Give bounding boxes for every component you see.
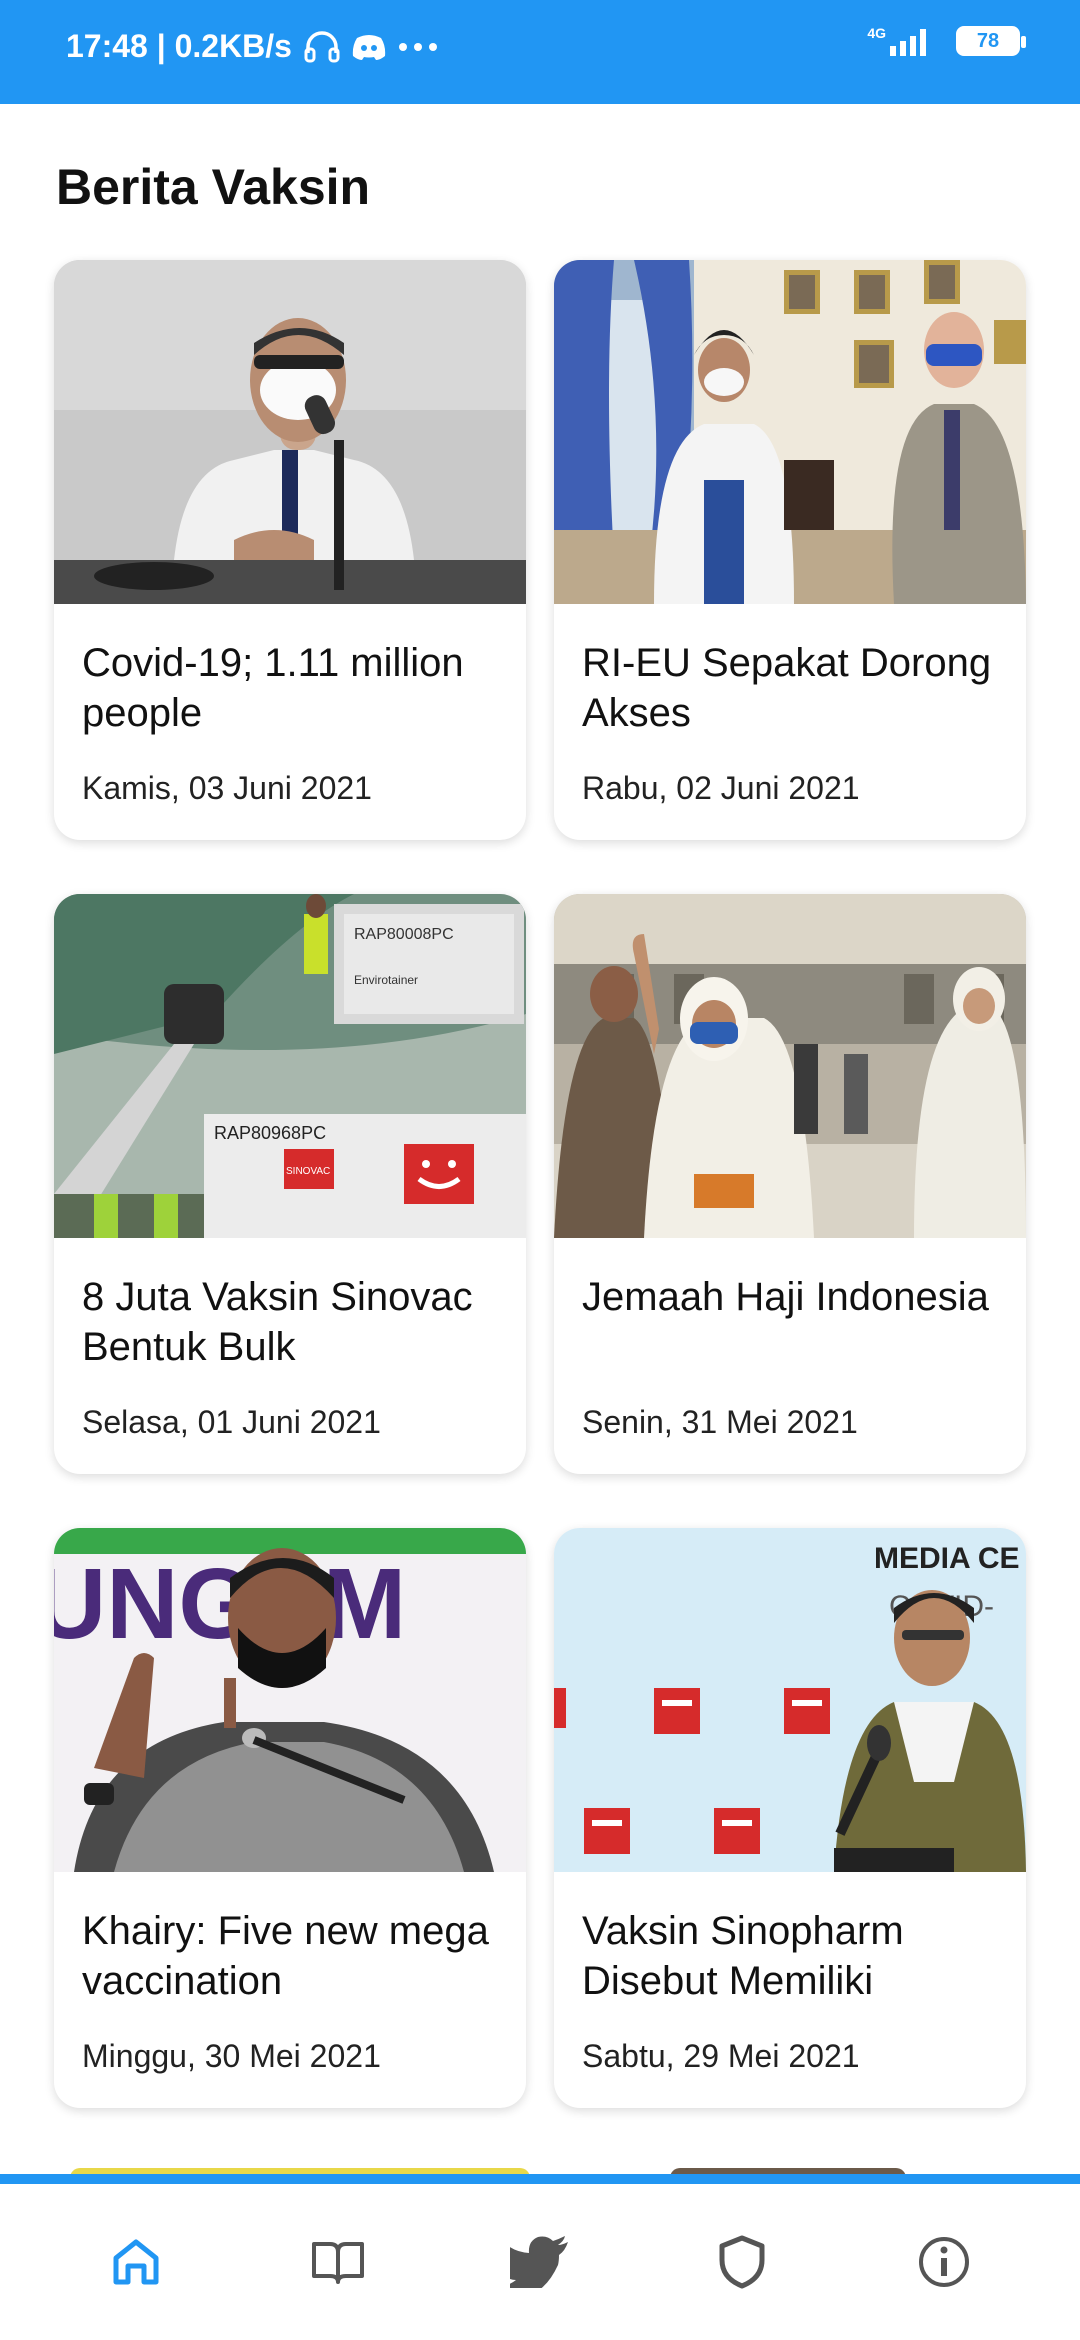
cargo-brand: Envirotainer [354, 973, 418, 987]
network-label: 4G [867, 25, 886, 41]
status-time-speed: 17:48 | 0.2KB/s [66, 28, 292, 64]
news-date: Kamis, 03 Juni 2021 [82, 770, 372, 806]
news-image [54, 260, 526, 604]
news-title: Khairy: Five new mega vaccination [82, 1909, 489, 2003]
news-grid: Covid-19; 1.11 million people Kamis, 03 … [54, 260, 1026, 2108]
bottom-nav [0, 2174, 1080, 2340]
news-image: RAP80008PC Envirotainer RAP80968PC SINOV… [54, 894, 526, 1238]
news-card[interactable]: RI-EU Sepakat Dorong Akses Rabu, 02 Juni… [554, 260, 1026, 840]
more-dots-icon [398, 42, 438, 52]
news-image: MEDIA CE COVID- [554, 1528, 1026, 1872]
news-image [554, 894, 1026, 1238]
news-card[interactable]: Jemaah Haji Indonesia Senin, 31 Mei 2021 [554, 894, 1026, 1474]
news-title: Vaksin Sinopharm Disebut Memiliki [582, 1909, 904, 2003]
signal-icon: 4G [867, 26, 934, 56]
news-card[interactable]: Covid-19; 1.11 million people Kamis, 03 … [54, 260, 526, 840]
shield-icon [716, 2234, 768, 2295]
cargo-label-top: RAP80008PC [354, 926, 454, 943]
news-date: Selasa, 01 Juni 2021 [82, 1404, 381, 1440]
news-title: 8 Juta Vaksin Sinovac Bentuk Bulk [82, 1275, 473, 1369]
news-card[interactable]: MEDIA CE COVID- [554, 1528, 1026, 2108]
news-image: UNGEM [54, 1528, 526, 1872]
cargo-sinovac: SINOVAC [286, 1166, 330, 1177]
battery-icon: 78 [956, 26, 1026, 56]
nav-shield[interactable] [702, 2224, 782, 2304]
news-card[interactable]: RAP80008PC Envirotainer RAP80968PC SINOV… [54, 894, 526, 1474]
news-date: Minggu, 30 Mei 2021 [82, 2038, 381, 2074]
news-date: Senin, 31 Mei 2021 [582, 1404, 858, 1440]
news-date: Sabtu, 29 Mei 2021 [582, 2038, 860, 2074]
info-icon [916, 2234, 972, 2295]
news-title: Covid-19; 1.11 million people [82, 641, 464, 735]
discord-icon [352, 33, 386, 61]
book-icon [310, 2234, 366, 2295]
news-card[interactable]: UNGEM Khairy: Five new mega vaccination … [54, 1528, 526, 2108]
nav-home[interactable] [96, 2224, 176, 2304]
nav-info[interactable] [904, 2224, 984, 2304]
news-title: Jemaah Haji Indonesia [582, 1275, 989, 1319]
news-title: RI-EU Sepakat Dorong Akses [582, 641, 992, 735]
nav-twitter[interactable] [490, 2224, 580, 2304]
battery-level: 78 [976, 29, 1000, 52]
twitter-icon [490, 2235, 570, 2296]
news-image [554, 260, 1026, 604]
nav-book[interactable] [298, 2224, 378, 2304]
cargo-label: RAP80968PC [214, 1123, 326, 1143]
headphones-icon [304, 30, 340, 63]
status-bar: 17:48 | 0.2KB/s 4G 78 [0, 0, 1080, 104]
news-date: Rabu, 02 Juni 2021 [582, 770, 860, 806]
page-title: Berita Vaksin [56, 159, 371, 215]
media-center-text: MEDIA CE [874, 1542, 1020, 1575]
home-icon [108, 2234, 164, 2295]
